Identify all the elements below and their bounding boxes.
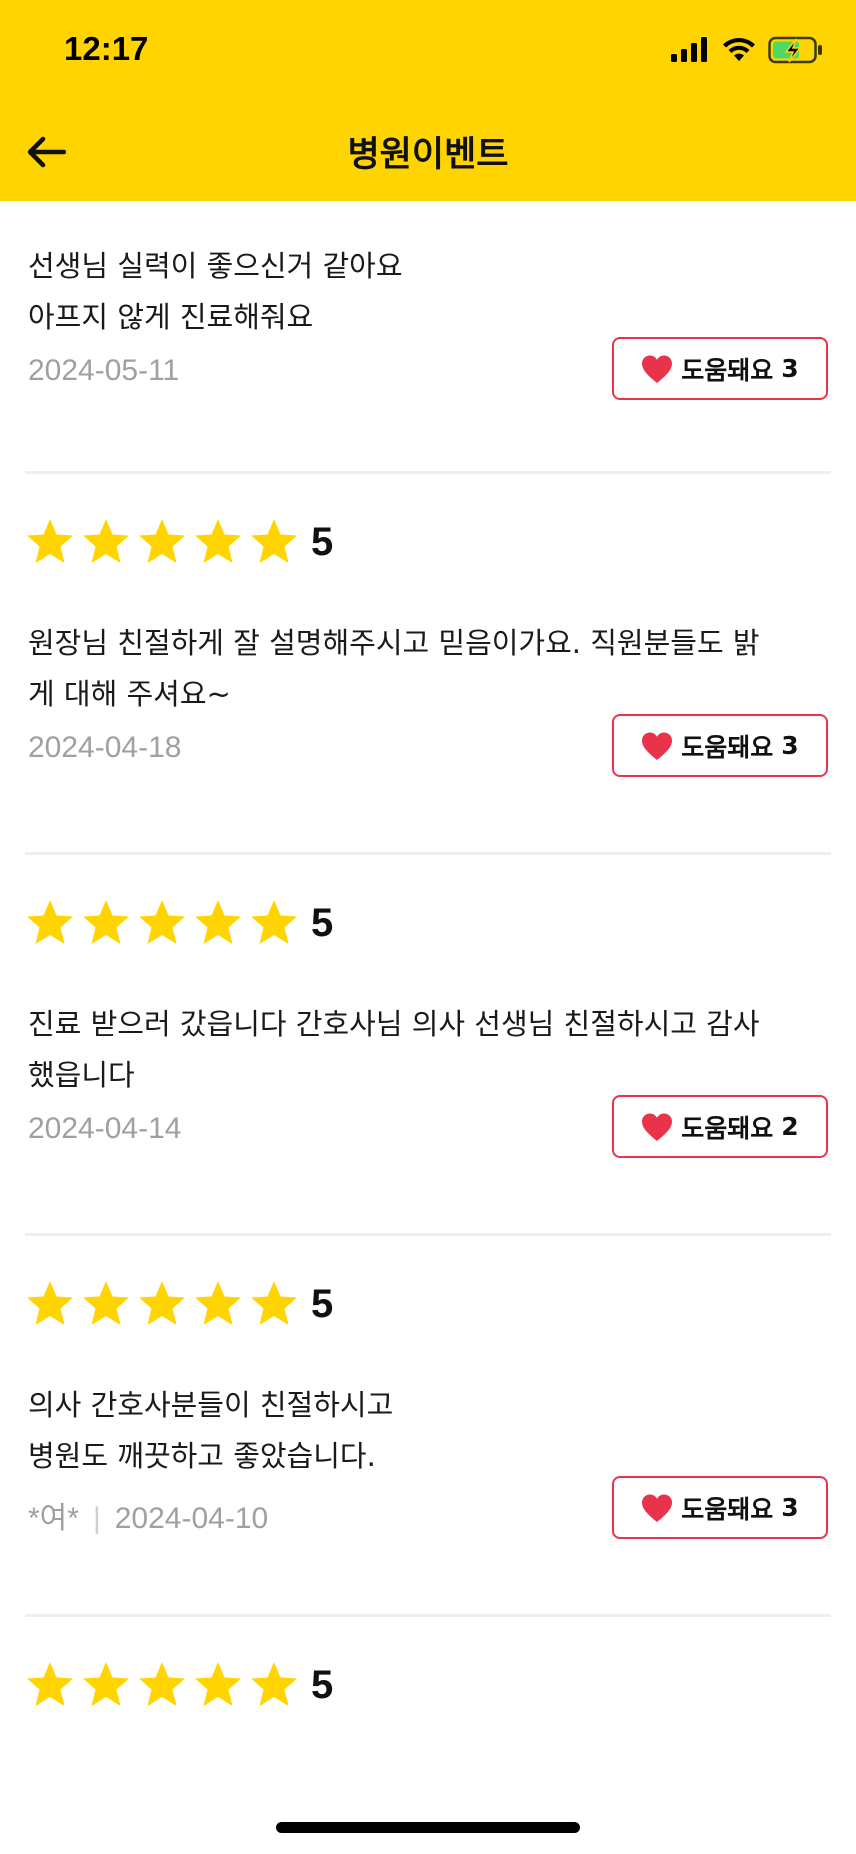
star-icon [27, 519, 73, 563]
helpful-count: 3 [781, 354, 799, 383]
battery-charging-icon [768, 36, 822, 64]
review-item: 5 [25, 1617, 831, 1817]
star-icon [83, 519, 129, 563]
signal-icon [671, 37, 707, 62]
helpful-label: 도움돼요 [681, 732, 774, 762]
review-author: *여* [28, 1502, 79, 1535]
helpful-button[interactable]: 도움돼요 3 [612, 714, 828, 777]
rating-stars: 5 [25, 1279, 333, 1329]
review-item: 5 원장님 친절하게 잘 설명해주시고 믿음이가요. 직원분들도 밝 게 대해 … [25, 474, 831, 855]
page-title: 병원이벤트 [347, 135, 509, 175]
star-icon [195, 1662, 241, 1706]
star-icon [27, 900, 73, 944]
star-icon [251, 519, 297, 563]
rating-value: 5 [311, 900, 334, 945]
review-meta: *여* | 2024-04-10 [28, 1493, 268, 1537]
heart-icon [642, 1113, 673, 1141]
star-icon [83, 1662, 129, 1706]
star-icon [195, 1281, 241, 1325]
review-meta: 2024-04-14 [28, 1112, 181, 1146]
rating-value: 5 [311, 519, 334, 564]
review-text-line: 선생님 실력이 좋으신거 같아요 [28, 249, 403, 283]
heart-icon [642, 1494, 673, 1522]
review-date: 2024-04-18 [28, 731, 182, 764]
helpful-button[interactable]: 도움돼요 3 [612, 337, 828, 400]
review-item: 5 진료 받으러 갔읍니다 간호사님 의사 선생님 친절하시고 감사 했읍니다 … [25, 855, 831, 1236]
review-item: 선생님 실력이 좋으신거 같아요 아프지 않게 진료해줘요 2024-05-11… [25, 201, 831, 474]
review-text-line: 아프지 않게 진료해줘요 [28, 300, 314, 334]
review-text-line: 원장님 친절하게 잘 설명해주시고 믿음이가요. 직원분들도 밝 [28, 626, 760, 660]
star-icon [251, 900, 297, 944]
helpful-label: 도움돼요 [681, 355, 774, 385]
review-date: 2024-05-11 [28, 354, 180, 387]
star-icon [195, 900, 241, 944]
helpful-label: 도움돼요 [681, 1113, 774, 1143]
helpful-count: 3 [781, 1493, 799, 1522]
star-icon [83, 1281, 129, 1325]
review-text-line: 진료 받으러 갔읍니다 간호사님 의사 선생님 친절하시고 감사 [28, 1007, 760, 1041]
star-icon [83, 900, 129, 944]
review-text-line: 병원도 깨끗하고 좋았습니다. [28, 1439, 376, 1473]
star-icon [139, 1281, 185, 1325]
rating-stars: 5 [25, 898, 333, 948]
heart-icon [642, 732, 673, 760]
review-item: 5 의사 간호사분들이 친절하시고 병원도 깨끗하고 좋았습니다. *여* | 20… [25, 1236, 831, 1617]
review-text: 진료 받으러 갔읍니다 간호사님 의사 선생님 친절하시고 감사 했읍니다 [28, 999, 828, 1101]
review-text: 선생님 실력이 좋으신거 같아요 아프지 않게 진료해줘요 [28, 241, 828, 343]
review-list: 선생님 실력이 좋으신거 같아요 아프지 않게 진료해줘요 2024-05-11… [0, 201, 856, 1817]
rating-stars: 5 [25, 517, 333, 567]
star-icon [139, 900, 185, 944]
helpful-button[interactable]: 도움돼요 2 [612, 1095, 828, 1158]
rating-value: 5 [311, 1662, 334, 1707]
status-icons [670, 34, 824, 66]
review-text-line: 게 대해 주셔요~ [28, 677, 231, 711]
review-text: 의사 간호사분들이 친절하시고 병원도 깨끗하고 좋았습니다. [28, 1380, 828, 1482]
meta-divider: | [92, 1502, 101, 1535]
review-meta: 2024-05-11 [28, 354, 179, 388]
helpful-label: 도움돼요 [681, 1494, 774, 1524]
star-icon [251, 1281, 297, 1325]
rating-stars: 5 [25, 1660, 333, 1710]
star-icon [27, 1281, 73, 1325]
helpful-count: 2 [781, 1112, 799, 1141]
star-icon [195, 519, 241, 563]
review-meta: 2024-04-18 [28, 731, 181, 765]
review-date: 2024-04-10 [114, 1502, 269, 1535]
star-icon [251, 1662, 297, 1706]
heart-icon [642, 355, 673, 383]
status-time: 12:17 [64, 30, 149, 67]
helpful-count: 3 [781, 731, 799, 760]
helpful-button[interactable]: 도움돼요 3 [612, 1476, 828, 1539]
home-indicator[interactable] [276, 1822, 580, 1833]
star-icon [139, 1662, 185, 1706]
wifi-icon [723, 38, 755, 61]
review-text: 원장님 친절하게 잘 설명해주시고 믿음이가요. 직원분들도 밝 게 대해 주셔… [28, 618, 828, 720]
review-text-line: 의사 간호사분들이 친절하시고 [28, 1388, 394, 1422]
app-header: 12:17 병원이벤트 [0, 0, 856, 201]
star-icon [139, 519, 185, 563]
rating-value: 5 [311, 1281, 334, 1326]
review-text-line: 했읍니다 [28, 1058, 135, 1092]
review-date: 2024-04-14 [28, 1112, 182, 1145]
star-icon [27, 1662, 73, 1706]
